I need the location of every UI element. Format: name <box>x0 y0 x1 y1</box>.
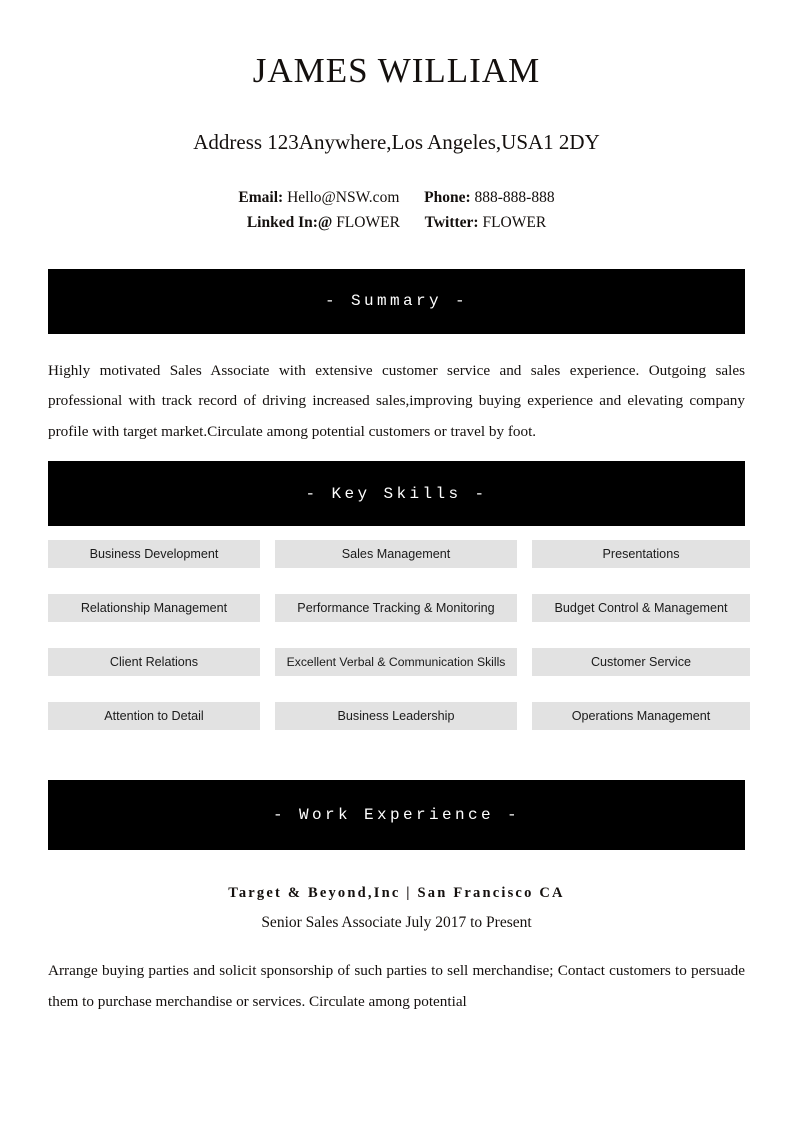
address-line: Address 123Anywhere,Los Angeles,USA1 2DY <box>193 129 600 154</box>
skill-chip: Excellent Verbal & Communication Skills <box>275 648 517 677</box>
skill-chip: Presentations <box>532 540 750 569</box>
skill-chip: Business Development <box>48 540 260 569</box>
skill-chip: Attention to Detail <box>48 702 260 731</box>
section-header-work-experience: - Work Experience - <box>48 780 745 851</box>
skill-chip: Relationship Management <box>48 594 260 623</box>
section-header-key-skills: - Key Skills - <box>48 461 745 527</box>
contact-line-primary: Email: Hello@NSW.com Phone: 888-888-888 <box>0 185 793 210</box>
skill-chip: Client Relations <box>48 648 260 677</box>
email-value[interactable]: Hello@NSW.com <box>287 189 399 206</box>
key-skills-grid: Business Development Sales Management Pr… <box>48 540 750 731</box>
page-title: JAMES WILLIAM <box>252 51 541 90</box>
linkedin-value[interactable]: FLOWER <box>336 214 400 231</box>
phone-label: Phone: <box>424 188 471 206</box>
skill-chip: Business Leadership <box>275 702 517 731</box>
resume-page: JAMES WILLIAM Address 123Anywhere,Los An… <box>0 0 793 1122</box>
skill-chip: Customer Service <box>532 648 750 677</box>
phone-value[interactable]: 888-888-888 <box>475 189 555 206</box>
skill-chip: Budget Control & Management <box>532 594 750 623</box>
twitter-label: Twitter: <box>424 213 479 231</box>
job-role-dates: Senior Sales Associate July 2017 to Pres… <box>261 914 532 932</box>
job-description: Arrange buying parties and solicit spons… <box>48 962 745 1010</box>
skill-chip: Operations Management <box>532 702 750 731</box>
twitter-value[interactable]: FLOWER <box>482 214 546 231</box>
contact-block: Email: Hello@NSW.com Phone: 888-888-888 … <box>0 155 793 235</box>
job-company-location: Target & Beyond,Inc | San Francisco CA <box>228 885 565 902</box>
skill-chip: Sales Management <box>275 540 517 569</box>
linkedin-label: Linked In:@ <box>246 213 333 231</box>
summary-body: Highly motivated Sales Associate with ex… <box>48 361 745 440</box>
skill-chip: Performance Tracking & Monitoring <box>275 594 517 623</box>
email-label: Email: <box>238 188 284 206</box>
section-header-summary: - Summary - <box>48 268 745 334</box>
contact-line-social: Linked In:@ FLOWER Twitter: FLOWER <box>0 210 793 235</box>
